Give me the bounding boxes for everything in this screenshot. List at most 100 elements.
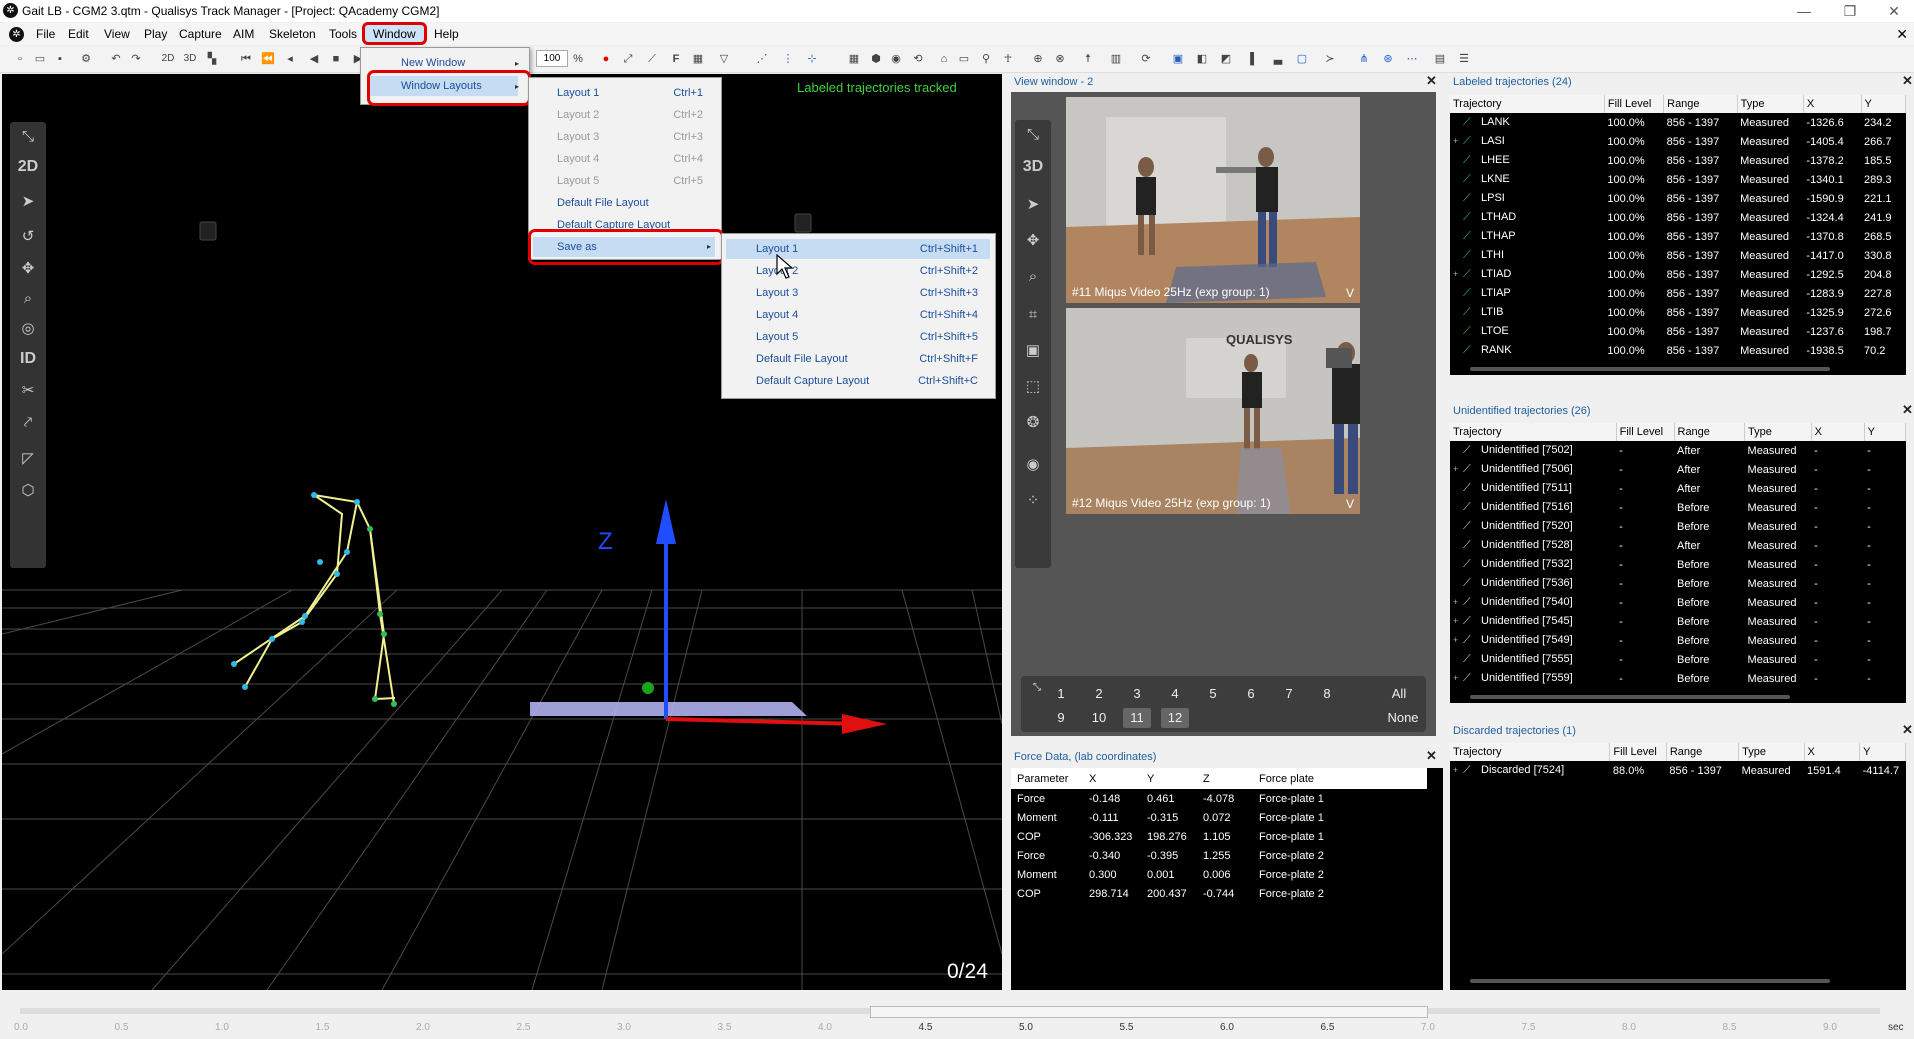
menu-tools[interactable]: Tools <box>323 26 363 43</box>
video-feed-12[interactable]: QUALISYS #12 Miqus Video 25Hz (exp group… <box>1064 306 1362 516</box>
crosshair-icon[interactable]: ⊕ <box>1030 51 1046 67</box>
save-layout-item[interactable]: Layout 2 Ctrl+Shift+2 <box>726 261 990 281</box>
force-row[interactable]: Force -0.340 -0.395 1.255 Force-plate 2 <box>1011 846 1427 865</box>
trajectory-row[interactable]: + ⟋ LTIAD 100.0% 856 - 1397 Measured -1292.5 20… <box>1450 265 1906 284</box>
camera-11-button[interactable]: 11 <box>1123 708 1151 728</box>
layout-menu-item[interactable]: Layout 4 Ctrl+4 <box>533 149 715 169</box>
close-window-button[interactable]: ✕ <box>1874 1 1914 21</box>
col-header[interactable]: Range <box>1666 743 1740 761</box>
redo-icon[interactable]: ↷ <box>128 51 144 67</box>
record-dot-icon[interactable]: ◉ <box>1015 450 1051 480</box>
horizontal-scrollbar[interactable] <box>1470 979 1830 983</box>
trajectory-row[interactable]: ⟋ Unidentified [7532] - Before Measured - - <box>1450 555 1906 574</box>
col-header[interactable]: Y <box>1141 768 1197 789</box>
select-cursor-icon[interactable]: ➤ <box>1015 190 1051 220</box>
save-layout-item[interactable]: Layout 1 Ctrl+Shift+1 <box>726 239 990 259</box>
layout-3-icon[interactable]: ◩ <box>1218 51 1234 67</box>
trajectory-row[interactable]: ⟋ Unidentified [7528] - After Measured - - <box>1450 536 1906 555</box>
open-file-icon[interactable]: ▭ <box>32 51 48 67</box>
trajectory-row[interactable]: ⟋ Unidentified [7536] - Before Measured - - <box>1450 574 1906 593</box>
box-icon[interactable]: ⬡ <box>10 476 46 506</box>
camera-3-button[interactable]: 3 <box>1123 684 1151 704</box>
view-2d-icon[interactable]: 2D <box>160 51 176 67</box>
expand-icon[interactable]: ⤡ <box>1015 120 1051 150</box>
timeline-selection[interactable] <box>870 1006 1428 1018</box>
trajectory-row[interactable]: ⟋ Unidentified [7516] - Before Measured - - <box>1450 498 1906 517</box>
camera-8-button[interactable]: 8 <box>1313 684 1341 704</box>
col-header[interactable]: X <box>1804 743 1861 761</box>
close-document-icon[interactable]: ✕ <box>1896 26 1908 43</box>
zoom-icon[interactable]: ⌕ <box>10 284 46 314</box>
all-cameras-button[interactable]: All <box>1385 684 1413 704</box>
cut-icon[interactable]: ✂ <box>10 376 46 406</box>
camera-9-button[interactable]: 9 <box>1047 708 1075 728</box>
trajectory-row[interactable]: ⟋ LKNE 100.0% 856 - 1397 Measured -1340.1 289.… <box>1450 170 1906 189</box>
col-header[interactable]: Y <box>1864 423 1906 441</box>
camera-6-button[interactable]: 6 <box>1237 684 1265 704</box>
col-header[interactable]: Trajectory <box>1450 95 1605 113</box>
network-icon[interactable]: ⋔ <box>1356 51 1372 67</box>
expand-icon[interactable]: ⤡ <box>10 122 46 152</box>
expand-icon[interactable]: + <box>1453 464 1463 474</box>
rotate-icon[interactable]: ⟲ <box>910 51 926 67</box>
region-icon[interactable]: ⬚ <box>1015 372 1051 402</box>
bone-tool-icon[interactable]: ⟋ <box>644 51 660 67</box>
plane-icon[interactable]: ◸ <box>10 444 46 474</box>
maximize-button[interactable]: ❐ <box>1830 1 1870 21</box>
first-frame-icon[interactable]: ⏮ <box>238 51 254 67</box>
col-header[interactable]: Trajectory <box>1450 423 1617 441</box>
list-icon[interactable]: ☰ <box>1456 51 1472 67</box>
app-menu-icon[interactable]: ✲ <box>9 27 24 42</box>
horizontal-scrollbar[interactable] <box>1470 367 1830 371</box>
trajectory-row[interactable]: ⟋ Unidentified [7555] - Before Measured - - <box>1450 650 1906 669</box>
cube-icon[interactable]: ⬢ <box>868 51 884 67</box>
step-back-icon[interactable]: ◂ <box>282 51 298 67</box>
trajectory-row[interactable]: ⟋ LTIB 100.0% 856 - 1397 Measured -1325.9 272.… <box>1450 303 1906 322</box>
horizontal-scrollbar[interactable] <box>1470 695 1790 699</box>
trajectory-row[interactable]: ⟋ LHEE 100.0% 856 - 1397 Measured -1378.2 185.… <box>1450 151 1906 170</box>
menu-edit[interactable]: Edit <box>62 26 95 43</box>
camera-icon[interactable]: ▚ <box>204 51 220 67</box>
save-icon[interactable]: ▪ <box>52 51 68 67</box>
cursor-tool-icon[interactable]: ⊹ <box>804 51 820 67</box>
trajectory-row[interactable]: + ⟋ Unidentified [7545] - Before Measured - - <box>1450 612 1906 631</box>
refresh-icon[interactable]: ⟳ <box>1138 51 1154 67</box>
rewind-icon[interactable]: ⏪ <box>260 51 276 67</box>
view-2d-button[interactable]: 2D <box>10 152 46 182</box>
graph-icon[interactable]: ▤ <box>1432 51 1448 67</box>
view-3d-icon[interactable]: 3D <box>182 51 198 67</box>
filter-icon[interactable]: ▽ <box>716 51 732 67</box>
col-header[interactable]: X <box>1083 768 1141 789</box>
join-icon[interactable]: ⤤ <box>10 408 46 438</box>
sphere-icon[interactable]: ◉ <box>888 51 904 67</box>
grid-view-icon[interactable]: ▦ <box>846 51 862 67</box>
menu-skeleton[interactable]: Skeleton <box>263 26 322 43</box>
panel-left-icon[interactable]: ▌ <box>1246 51 1262 67</box>
undo-icon[interactable]: ↶ <box>108 51 124 67</box>
camera-10-button[interactable]: 10 <box>1085 708 1113 728</box>
menu-window[interactable]: Window <box>362 22 427 45</box>
center-icon[interactable]: ◎ <box>10 314 46 344</box>
camera-7-button[interactable]: 7 <box>1275 684 1303 704</box>
view-3d-button[interactable]: 3D <box>1015 152 1051 182</box>
force-row[interactable]: COP 298.714 200.437 -0.744 Force-plate 2 <box>1011 884 1427 903</box>
trajectory-row[interactable]: + ⟋ Discarded [7524] 88.0% 856 - 1397 Measure… <box>1450 761 1906 780</box>
camera-4-button[interactable]: 4 <box>1161 684 1189 704</box>
save-layout-item[interactable]: Layout 3 Ctrl+Shift+3 <box>726 283 990 303</box>
layout-menu-item[interactable]: Layout 5 Ctrl+5 <box>533 171 715 191</box>
menu-play[interactable]: Play <box>138 26 173 43</box>
col-header[interactable]: Fill Level <box>1604 95 1665 113</box>
col-header[interactable]: Range <box>1674 423 1746 441</box>
figure-icon[interactable]: ☨ <box>1080 51 1096 67</box>
menu-file[interactable]: File <box>30 26 61 43</box>
trajectory-row[interactable]: + ⟋ Unidentified [7540] - Before Measured - - <box>1450 593 1906 612</box>
col-header[interactable]: Force plate <box>1253 768 1427 789</box>
col-header[interactable]: Type <box>1738 743 1805 761</box>
expand-icon[interactable]: + <box>1453 765 1463 775</box>
discarded-close-icon[interactable]: ✕ <box>1902 722 1913 738</box>
expand-icon[interactable]: + <box>1453 673 1463 683</box>
expand-icon[interactable]: + <box>1453 269 1463 279</box>
force-row[interactable]: Moment 0.300 0.001 0.006 Force-plate 2 <box>1011 865 1427 884</box>
marker-tool-icon[interactable]: ⋰ <box>754 51 770 67</box>
col-header[interactable]: Fill Level <box>1616 423 1675 441</box>
